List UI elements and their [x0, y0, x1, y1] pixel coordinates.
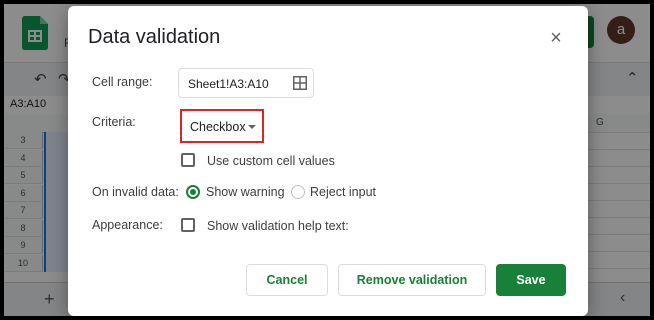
reject-input-label: Reject input [310, 185, 377, 199]
close-icon[interactable]: × [544, 26, 568, 50]
dialog-title: Data validation [88, 26, 221, 48]
custom-values-checkbox[interactable] [181, 153, 195, 167]
criteria-label: Criteria: [92, 115, 136, 129]
cell-range-value: Sheet1!A3:A10 [188, 77, 269, 91]
cell-range-input[interactable]: Sheet1!A3:A10 [178, 68, 314, 98]
help-text-checkbox[interactable] [181, 218, 195, 232]
help-text-label: Show validation help text: [207, 219, 349, 233]
reject-input-radio[interactable] [291, 185, 305, 199]
select-range-grid-icon[interactable] [293, 76, 307, 90]
show-warning-label: Show warning [206, 185, 285, 199]
criteria-value: Checkbox [190, 120, 246, 134]
save-button[interactable]: Save [496, 264, 566, 296]
cancel-button[interactable]: Cancel [246, 264, 328, 296]
data-validation-dialog: Data validation × Cell range: Sheet1!A3:… [68, 6, 588, 316]
cell-range-label: Cell range: [92, 75, 153, 89]
show-warning-radio[interactable] [186, 185, 200, 199]
dropdown-caret-icon [248, 125, 256, 129]
invalid-data-label: On invalid data: [92, 185, 179, 199]
remove-validation-button[interactable]: Remove validation [338, 264, 486, 296]
screenshot-frame: F a ↶ ↷ ⌃ A3:A10 G 345678910 + ‹ Data va… [4, 4, 650, 316]
criteria-dropdown[interactable]: Checkbox [180, 109, 264, 143]
appearance-label: Appearance: [92, 218, 163, 232]
custom-values-label: Use custom cell values [207, 154, 335, 168]
